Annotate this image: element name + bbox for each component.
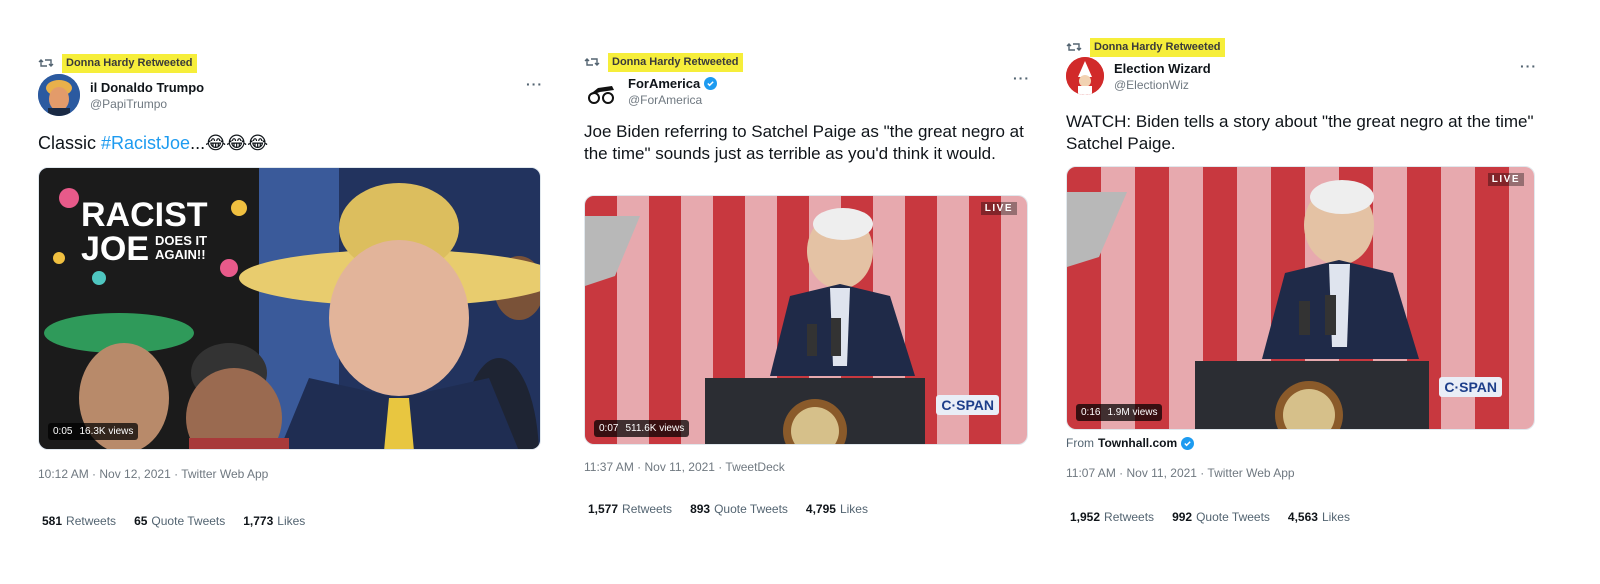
likes-label: Likes (839, 502, 868, 516)
quote-tweets-label: Quote Tweets (1196, 510, 1270, 524)
retweet-icon (38, 59, 54, 67)
likes-stat[interactable]: 4,795 Likes (806, 502, 868, 516)
tweet-stats: 581 Retweets 65 Quote Tweets 1,773 Likes (42, 514, 305, 528)
display-name[interactable]: il Donaldo Trumpo (90, 79, 204, 96)
tweet-text: Joe Biden referring to Satchel Paige as … (584, 122, 1024, 163)
video-source: From Townhall.com (1066, 436, 1195, 450)
tweet-text-suffix: ...😂😂😂 (190, 133, 269, 153)
retweet-icon (1066, 43, 1082, 51)
likes-count: 4,563 (1287, 510, 1318, 524)
thumbnail-text-line-3: DOES IT (155, 233, 208, 248)
retweets-stat[interactable]: 581 Retweets (42, 514, 116, 528)
tweet-header: ForAmerica @ForAmerica (584, 74, 718, 108)
video-player[interactable]: LIVE C·SPAN 0:07 511.6K views (584, 195, 1028, 445)
likes-label: Likes (1321, 510, 1350, 524)
display-name[interactable]: Election Wizard (1114, 60, 1211, 77)
retweeted-by-label: Donna Hardy Retweeted (62, 53, 197, 73)
video-views: 511.6K views (625, 423, 685, 434)
video-time: 0:05 (53, 426, 73, 437)
likes-count: 4,795 (805, 502, 836, 516)
verified-badge-icon (704, 76, 718, 90)
tweet-text: Classic #RacistJoe...😂😂😂 (38, 132, 268, 154)
tweet-stats: 1,952 Retweets 992 Quote Tweets 4,563 Likes (1070, 510, 1350, 524)
retweet-icon (584, 58, 600, 66)
quote-tweets-stat[interactable]: 992 Quote Tweets (1172, 510, 1270, 524)
avatar[interactable] (584, 74, 618, 108)
user-handle[interactable]: @PapiTrumpo (90, 96, 204, 112)
video-duration-badge: 0:16 1.9M views (1076, 404, 1163, 421)
tweet-timestamp[interactable]: 11:37 AM · Nov 11, 2021 · TweetDeck (584, 460, 785, 474)
tweet-header: Election Wizard @ElectionWiz (1066, 57, 1211, 95)
avatar[interactable] (1066, 57, 1104, 95)
retweets-count: 1,952 (1070, 510, 1101, 524)
network-logo: C·SPAN (1439, 377, 1502, 397)
from-label: From (1066, 436, 1094, 450)
user-handle[interactable]: @ForAmerica (628, 92, 717, 108)
quote-tweets-stat[interactable]: 65 Quote Tweets (134, 514, 225, 528)
retweets-count: 581 (42, 514, 63, 528)
live-indicator: LIVE (1487, 173, 1524, 186)
retweeted-by-label: Donna Hardy Retweeted (1090, 37, 1225, 57)
tweet-header: il Donaldo Trumpo @PapiTrumpo (38, 74, 204, 116)
video-views: 1.9M views (1107, 407, 1158, 418)
network-logo: C·SPAN (936, 395, 999, 415)
quote-tweets-count: 65 (134, 514, 148, 528)
video-duration-badge: 0:07 511.6K views (594, 420, 690, 437)
source-link[interactable]: Townhall.com (1098, 436, 1177, 450)
likes-stat[interactable]: 4,563 Likes (1288, 510, 1350, 524)
tweet-timestamp[interactable]: 10:12 AM · Nov 12, 2021 · Twitter Web Ap… (38, 467, 268, 481)
thumbnail-text-line-4: AGAIN!! (155, 247, 206, 262)
tweet-text: WATCH: Biden tells a story about "the gr… (1066, 112, 1534, 153)
retweets-count: 1,577 (588, 502, 619, 516)
retweeted-by-label: Donna Hardy Retweeted (608, 52, 743, 72)
more-options-icon[interactable]: ··· (526, 76, 543, 92)
video-player[interactable]: LIVE C·SPAN 0:16 1.9M views (1066, 166, 1535, 430)
retweets-label: Retweets (66, 514, 117, 528)
video-time: 0:16 (1081, 407, 1101, 418)
tweet-stats: 1,577 Retweets 893 Quote Tweets 4,795 Likes (588, 502, 868, 516)
tweet-text-prefix: Classic (38, 133, 102, 153)
avatar[interactable] (38, 74, 80, 116)
quote-tweets-label: Quote Tweets (151, 514, 226, 528)
tweet-card-1[interactable]: Donna Hardy Retweeted il Donaldo Trumpo … (38, 0, 542, 584)
retweets-stat[interactable]: 1,952 Retweets (1070, 510, 1154, 524)
retweet-indicator: Donna Hardy Retweeted (1066, 37, 1225, 57)
retweet-indicator: Donna Hardy Retweeted (38, 53, 197, 73)
thumbnail-text: RACIST JOE DOES IT AGAIN!! (81, 198, 208, 266)
retweet-indicator: Donna Hardy Retweeted (584, 52, 743, 72)
likes-stat[interactable]: 1,773 Likes (243, 514, 305, 528)
quote-tweets-count: 992 (1172, 510, 1193, 524)
retweets-stat[interactable]: 1,577 Retweets (588, 502, 672, 516)
quote-tweets-stat[interactable]: 893 Quote Tweets (690, 502, 788, 516)
video-duration-badge: 0:05 16.3K views (48, 423, 139, 440)
more-options-icon[interactable]: ··· (1520, 58, 1537, 74)
tweet-card-2[interactable]: Donna Hardy Retweeted ForAmerica @ForAme… (584, 0, 1029, 584)
live-indicator: LIVE (980, 202, 1017, 215)
display-name-text: ForAmerica (628, 75, 701, 91)
thumbnail-text-line-1: RACIST (81, 196, 208, 234)
quote-tweets-count: 893 (690, 502, 711, 516)
hashtag-link[interactable]: #RacistJoe (101, 133, 190, 153)
display-name[interactable]: ForAmerica (628, 75, 718, 92)
user-handle[interactable]: @ElectionWiz (1114, 77, 1211, 93)
verified-badge-icon (1181, 436, 1195, 450)
video-player[interactable]: RACIST JOE DOES IT AGAIN!! 0:05 16.3K vi… (38, 167, 541, 450)
likes-count: 1,773 (243, 514, 274, 528)
quote-tweets-label: Quote Tweets (714, 502, 788, 516)
retweets-label: Retweets (1104, 510, 1155, 524)
tweet-timestamp[interactable]: 11:07 AM · Nov 11, 2021 · Twitter Web Ap… (1066, 466, 1295, 480)
thumbnail-text-line-2: JOE (81, 230, 150, 268)
video-views: 16.3K views (79, 426, 134, 437)
more-options-icon[interactable]: ··· (1013, 70, 1030, 86)
tweet-card-3[interactable]: Donna Hardy Retweeted Election Wizard @E… (1066, 0, 1546, 584)
video-time: 0:07 (599, 423, 619, 434)
likes-label: Likes (277, 514, 306, 528)
retweets-label: Retweets (622, 502, 673, 516)
